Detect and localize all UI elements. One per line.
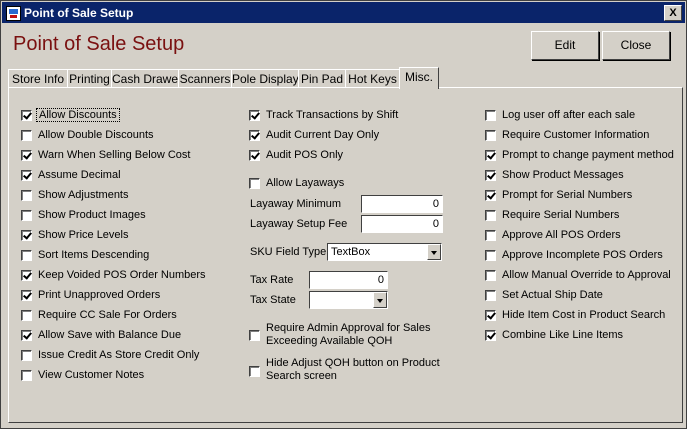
layaway-setup-fee-label: Layaway Setup Fee (250, 218, 348, 230)
selected-value: TextBox (331, 246, 371, 258)
checkbox-box[interactable] (21, 110, 32, 121)
checkbox-box[interactable] (21, 230, 32, 241)
checkbox-label: Allow Double Discounts (38, 129, 154, 141)
checkbox-box[interactable] (485, 170, 496, 181)
checkbox-box[interactable] (485, 290, 496, 301)
checkbox-label: Allow Layaways (266, 177, 345, 189)
checkbox-box[interactable] (21, 170, 32, 181)
layaway-minimum-input[interactable]: 0 (361, 195, 443, 213)
checkbox-label: Require Serial Numbers (502, 209, 620, 221)
tax-rate-input[interactable]: 0 (309, 271, 388, 289)
checkbox-box[interactable] (485, 210, 496, 221)
tab-printing[interactable]: Printing (67, 69, 112, 88)
close-button[interactable]: Close (602, 31, 670, 60)
checkbox-box[interactable] (485, 230, 496, 241)
tab-scanners[interactable]: Scanners (178, 69, 232, 88)
checkbox-box[interactable] (21, 290, 32, 301)
checkbox-box[interactable] (21, 330, 32, 341)
app-icon (6, 6, 21, 21)
chevron-down-icon[interactable] (427, 244, 441, 260)
checkbox-label: Prompt for Serial Numbers (502, 189, 633, 201)
tax-rate-label: Tax Rate (250, 274, 294, 286)
checkbox-label: Allow Discounts (36, 108, 120, 122)
checkbox-label: Combine Like Line Items (502, 329, 624, 341)
checkbox-label: Show Product Images (38, 209, 146, 221)
title-bar[interactable]: Point of Sale Setup X (2, 2, 685, 23)
checkbox-label: Require Admin Approval for Sales Exceedi… (266, 322, 431, 347)
edit-button[interactable]: Edit (531, 31, 599, 60)
app-window: Point of Sale Setup X Point of Sale Setu… (0, 0, 687, 429)
checkbox-box[interactable] (21, 150, 32, 161)
page-title: Point of Sale Setup (13, 33, 185, 55)
checkbox-box[interactable] (249, 130, 260, 141)
tab-pole-display[interactable]: Pole Display (231, 69, 299, 88)
layaway-setup-fee-input[interactable]: 0 (361, 215, 443, 233)
checkbox-label: Warn When Selling Below Cost (38, 149, 191, 161)
checkbox-box[interactable] (485, 330, 496, 341)
checkbox-label: Require Customer Information (502, 129, 650, 141)
window-close-button[interactable]: X (664, 5, 682, 21)
tab-hot-keys[interactable]: Hot Keys (345, 69, 400, 88)
checkbox-label: Sort Items Descending (38, 249, 150, 261)
sku-field-type-label: SKU Field Type (250, 246, 327, 258)
checkbox-label: Hide Adjust QOH button on Product Search… (266, 357, 440, 382)
checkbox-box[interactable] (21, 270, 32, 281)
checkbox-label: Log user off after each sale (502, 109, 636, 121)
checkbox-label: Approve Incomplete POS Orders (502, 249, 663, 261)
checkbox-label: Approve All POS Orders (502, 229, 621, 241)
hide-adjust-qoh-checkbox[interactable]: Hide Adjust QOH button on Product Search… (249, 357, 449, 385)
tab-pin-pad[interactable]: Pin Pad (298, 69, 346, 88)
checkbox-box[interactable] (485, 250, 496, 261)
window-title: Point of Sale Setup (24, 6, 134, 20)
checkbox-box[interactable] (21, 130, 32, 141)
checkbox-label: Set Actual Ship Date (502, 289, 603, 301)
checkbox-label: Allow Save with Balance Due (38, 329, 182, 341)
tab-cash-drawer[interactable]: Cash Drawer (111, 69, 182, 88)
admin-approval-checkbox[interactable]: Require Admin Approval for Sales Exceedi… (249, 322, 449, 350)
checkbox-label: Audit POS Only (266, 149, 344, 161)
checkbox-label: Require CC Sale For Orders (38, 309, 177, 321)
sku-field-type-select[interactable]: TextBox (327, 243, 442, 261)
checkbox-box[interactable] (21, 210, 32, 221)
checkbox-box[interactable] (249, 110, 260, 121)
checkbox-box[interactable] (249, 330, 260, 341)
checkbox-box[interactable] (485, 130, 496, 141)
checkbox-box[interactable] (249, 150, 260, 161)
tax-state-label: Tax State (250, 294, 296, 306)
checkbox-label: View Customer Notes (38, 369, 145, 381)
tax-state-select[interactable] (309, 291, 388, 309)
checkbox-label: Show Adjustments (38, 189, 129, 201)
checkbox-box[interactable] (21, 370, 32, 381)
layaway-minimum-label: Layaway Minimum (250, 198, 342, 210)
checkbox-box[interactable] (485, 310, 496, 321)
checkbox-label: Assume Decimal (38, 169, 121, 181)
chevron-down-icon[interactable] (373, 292, 387, 308)
checkbox-box[interactable] (249, 366, 260, 377)
checkbox-box[interactable] (485, 190, 496, 201)
tab-store-info[interactable]: Store Info (8, 69, 68, 88)
checkbox-box[interactable] (485, 150, 496, 161)
checkbox-label: Allow Manual Override to Approval (502, 269, 671, 281)
checkbox-label: Hide Item Cost in Product Search (502, 309, 666, 321)
checkbox-label: Prompt to change payment method (502, 149, 674, 161)
checkbox-label: Show Price Levels (38, 229, 129, 241)
misc-tab-panel: Allow Discounts Allow Double Discounts War… (8, 87, 683, 423)
checkbox-box[interactable] (485, 270, 496, 281)
checkbox-box[interactable] (485, 110, 496, 121)
checkbox-label: Audit Current Day Only (266, 129, 380, 141)
checkbox-label: Keep Voided POS Order Numbers (38, 269, 206, 281)
checkbox-label: Track Transactions by Shift (266, 109, 399, 121)
checkbox-box[interactable] (21, 350, 32, 361)
checkbox-box[interactable] (21, 310, 32, 321)
checkbox-box[interactable] (21, 250, 32, 261)
checkbox-box[interactable] (21, 190, 32, 201)
tab-misc[interactable]: Misc. (399, 67, 439, 89)
checkbox-box[interactable] (249, 178, 260, 189)
checkbox-label: Show Product Messages (502, 169, 624, 181)
checkbox-label: Issue Credit As Store Credit Only (38, 349, 200, 361)
checkbox-label: Print Unapproved Orders (38, 289, 161, 301)
